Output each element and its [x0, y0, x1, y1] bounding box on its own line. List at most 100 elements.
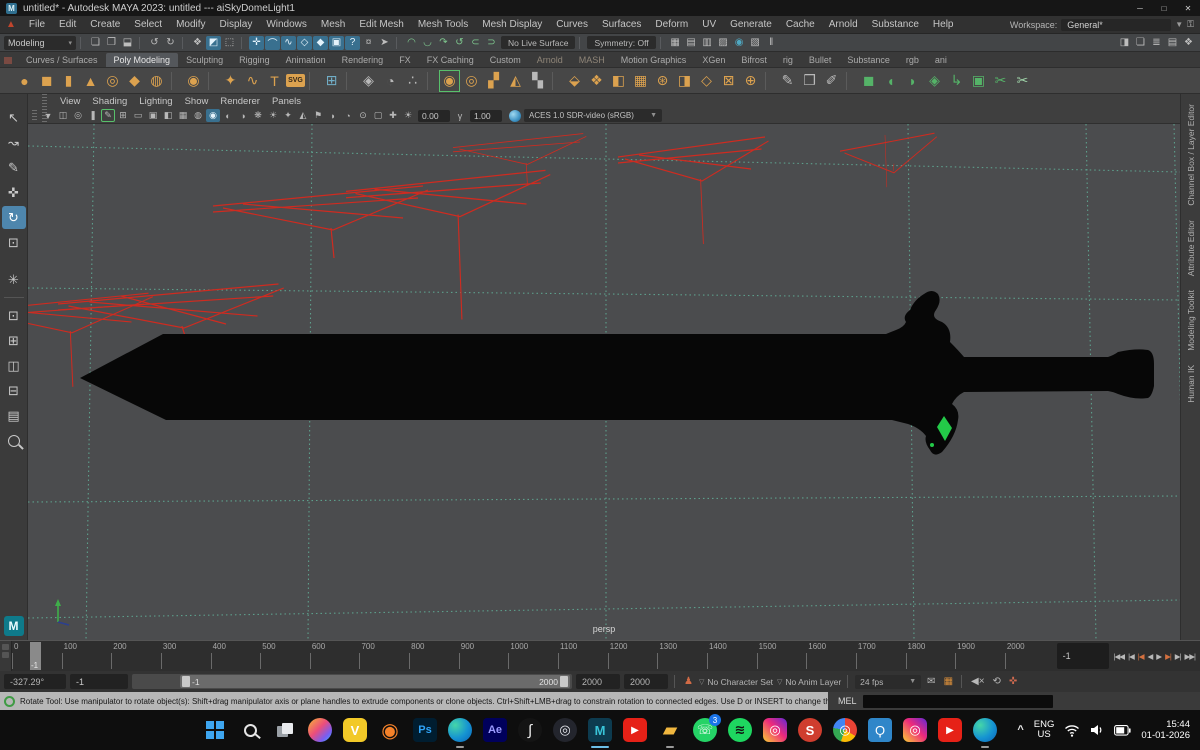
shelf-tab[interactable]: Custom [482, 53, 529, 67]
live-surface-field[interactable]: No Live Surface [501, 36, 576, 49]
shelf-tab[interactable]: Arnold [529, 53, 571, 67]
time-slider-grip[interactable] [0, 641, 12, 671]
two-pane-side-layout-icon[interactable]: ◫ [2, 354, 26, 377]
animation-end-field[interactable]: 2000 [624, 674, 668, 689]
open-scene-icon[interactable]: ❐ [104, 36, 119, 50]
shelf-tab[interactable]: rgb [898, 53, 927, 67]
menu-item[interactable]: Mesh Tools [411, 19, 475, 30]
timeline-tick[interactable]: 2000 [1004, 641, 1055, 671]
shelf-tab[interactable]: Sculpting [178, 53, 231, 67]
curve-redo-icon[interactable]: ↷ [436, 36, 451, 50]
exposure-field[interactable]: 0.00 [418, 109, 450, 122]
shaded-icon[interactable]: ◑ [236, 109, 250, 122]
menu-item[interactable]: Surfaces [595, 19, 648, 30]
film-gate-icon[interactable]: ▭ [131, 109, 145, 122]
shadows-icon[interactable]: ✦ [281, 109, 295, 122]
snap-help-icon[interactable]: ? [345, 35, 360, 50]
gamma-field[interactable]: 1.00 [470, 109, 502, 122]
use-default-material-icon[interactable]: ❋ [251, 109, 265, 122]
isolate-select-icon[interactable]: ⊙ [356, 109, 370, 122]
time-node-icon[interactable]: ◔ [380, 70, 401, 92]
edge-app-icon[interactable] [447, 716, 473, 748]
range-end-handle[interactable] [560, 676, 568, 687]
task-view-button[interactable] [272, 716, 298, 744]
gate-mask-icon[interactable]: ◧ [161, 109, 175, 122]
clapperboard-icon[interactable]: ▦ [942, 676, 955, 687]
construction-history-icon[interactable]: ◠ [404, 36, 419, 50]
paint-select-tool-icon[interactable]: ✎ [2, 156, 26, 179]
timeline-tick[interactable]: 1800 [905, 641, 956, 671]
range-end-field[interactable]: 2000 [576, 674, 620, 689]
quad-draw-icon[interactable]: ▞ [483, 70, 504, 92]
start-button[interactable] [202, 716, 228, 744]
poly-cone-icon[interactable]: ▲ [80, 70, 101, 92]
new-scene-icon[interactable]: ❏ [88, 36, 103, 50]
shelf-tab[interactable]: Motion Graphics [613, 53, 695, 67]
sword-model[interactable] [80, 291, 1154, 455]
shelf-tab[interactable]: Substance [839, 53, 898, 67]
menu-item[interactable]: Cache [779, 19, 822, 30]
menu-item[interactable]: Substance [865, 19, 926, 30]
crease-tool-icon[interactable]: ✎ [777, 70, 798, 92]
uv-planar-icon[interactable]: ◼ [858, 70, 879, 92]
curve-tool-icon[interactable]: ∿ [242, 70, 263, 92]
select-object-icon[interactable]: ◩ [206, 35, 221, 50]
character-set-icon[interactable]: ♟ [682, 676, 695, 687]
screen-space-ao-icon[interactable]: ◭ [296, 109, 310, 122]
fps-dropdown[interactable]: 24 fps ▼ [855, 674, 922, 689]
swirl-app-icon[interactable]: ∫ [517, 716, 543, 744]
combine-icon[interactable]: ◇ [696, 70, 717, 92]
multisampling-icon[interactable]: ◗ [326, 109, 340, 122]
snap-view-plane-icon[interactable]: ◆ [313, 35, 328, 50]
photoshop-app-icon[interactable]: Ps [412, 716, 438, 744]
shelf-icon[interactable] [208, 71, 216, 90]
view-grid-icon[interactable]: ⊞ [116, 109, 130, 122]
depth-of-field-icon[interactable]: ◔ [341, 109, 355, 122]
range-slider-track[interactable]: -1 2000 [132, 674, 572, 689]
textured-icon[interactable]: ◉ [206, 109, 220, 122]
camera-lock-icon[interactable]: ◫ [56, 109, 70, 122]
four-pane-layout-icon[interactable]: ⊞ [2, 329, 26, 352]
edge2-app-icon[interactable] [972, 716, 998, 748]
menu-item[interactable]: Modify [169, 19, 212, 30]
timeline-tick[interactable]: 900 [458, 641, 509, 671]
uv-cylindrical-icon[interactable]: ◗ [902, 70, 923, 92]
bevel-icon[interactable]: ⬙ [564, 70, 585, 92]
menu-item[interactable]: Curves [549, 19, 595, 30]
timeline-tick[interactable]: 200 [111, 641, 161, 671]
menu-item[interactable]: Select [127, 19, 169, 30]
ipr-render-icon[interactable]: ▥ [700, 36, 715, 50]
step-back-frame-button[interactable]: |◀ [1127, 650, 1135, 663]
shelf-tab[interactable]: rig [775, 53, 801, 67]
shelf-tab[interactable]: Poly Modeling [105, 53, 179, 67]
poly-cylinder-icon[interactable]: ▮ [58, 70, 79, 92]
subdiv-proxy-icon[interactable]: ◎ [461, 70, 482, 92]
mel-command-input[interactable] [862, 694, 1053, 708]
wifi-icon[interactable] [1064, 724, 1080, 737]
shelf-tab[interactable]: Rendering [334, 53, 392, 67]
curve-undo-icon[interactable]: ↺ [452, 36, 467, 50]
sbi-app-icon[interactable]: Ϙ [867, 716, 893, 744]
lasso-select-tool-icon[interactable]: ↝ [2, 131, 26, 154]
menu-item[interactable]: Help [926, 19, 961, 30]
field-chart-icon[interactable]: ▦ [176, 109, 190, 122]
redo-icon[interactable]: ↻ [163, 36, 178, 50]
single-pane-layout-icon[interactable]: ⊡ [2, 304, 26, 327]
clock[interactable]: 15:44 01-01-2026 [1141, 719, 1190, 741]
go-to-start-button[interactable]: |◀◀ [1113, 650, 1126, 663]
panel-menu-item[interactable]: Lighting [133, 96, 178, 107]
measure-tool-icon[interactable]: ∴ [402, 70, 423, 92]
sidebar-tab[interactable]: Human IK [1186, 365, 1196, 403]
pause-viewport-icon[interactable]: ‖ [764, 36, 779, 50]
go-to-end-button[interactable]: ▶▶| [1184, 650, 1197, 663]
uv-cut-icon[interactable]: ✂ [990, 70, 1011, 92]
shelf-icon[interactable] [171, 71, 179, 90]
instagram2-app-icon[interactable]: ◎ [902, 716, 928, 744]
poly-cube-icon[interactable]: ◼ [36, 70, 57, 92]
rewards-app-icon[interactable]: S [797, 716, 823, 744]
menu-item[interactable]: UV [695, 19, 723, 30]
shelf-tab[interactable]: Rigging [231, 53, 278, 67]
safe-action-icon[interactable]: ◍ [191, 109, 205, 122]
range-start-handle[interactable] [182, 676, 190, 687]
timeline-tick[interactable]: 1600 [806, 641, 856, 671]
